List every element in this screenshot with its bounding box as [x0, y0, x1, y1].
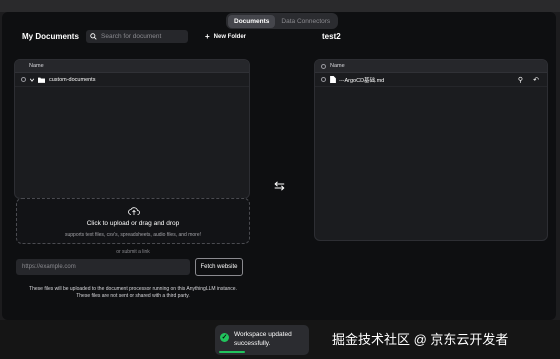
- link-placeholder: https://example.com: [22, 264, 76, 270]
- pin-icon[interactable]: ⚲: [518, 76, 523, 84]
- column-name: Name: [330, 63, 345, 69]
- check-circle-icon: ✓: [220, 333, 229, 342]
- workspace-documents-panel: Name ---ArgoCD基础.md ⚲ ↶: [314, 59, 548, 241]
- file-icon: [330, 76, 336, 83]
- search-placeholder: Search for document: [101, 33, 162, 40]
- link-input[interactable]: https://example.com: [16, 259, 190, 275]
- fetch-website-button[interactable]: Fetch website: [195, 258, 243, 276]
- new-folder-label: New Folder: [213, 33, 247, 40]
- table-header: Name: [315, 60, 547, 73]
- toast-line-1: Workspace updated: [234, 331, 292, 338]
- column-name: Name: [29, 63, 44, 69]
- cloud-upload-icon: [128, 207, 140, 215]
- move-documents-icon: ⇆: [274, 178, 285, 193]
- watermark: 掘金技术社区 @ 京东云开发者: [332, 332, 509, 347]
- toast-line-2: successfully.: [234, 340, 271, 347]
- my-documents-panel: Name custom-documents: [14, 59, 250, 199]
- tab-data-connectors[interactable]: Data Connectors: [275, 15, 336, 28]
- row-checkbox[interactable]: [321, 77, 326, 82]
- search-icon: [90, 33, 97, 40]
- my-documents-title: My Documents: [22, 32, 79, 41]
- new-folder-button[interactable]: + New Folder: [205, 32, 246, 41]
- folder-row[interactable]: custom-documents: [15, 73, 249, 87]
- or-submit-link: or submit a link: [116, 249, 150, 255]
- select-all-checkbox[interactable]: [321, 63, 326, 69]
- document-manager-modal: Documents Data Connectors My Documents S…: [2, 12, 556, 320]
- upload-title: Click to upload or drag and drop: [86, 220, 180, 227]
- search-input[interactable]: Search for document: [86, 30, 188, 43]
- tab-bar: Documents Data Connectors: [226, 13, 338, 29]
- table-header: Name: [15, 60, 249, 73]
- plus-icon: +: [205, 32, 210, 41]
- upload-subtitle: supports text files, csv's, spreadsheets…: [64, 232, 202, 238]
- disclaimer-line-1: These files will be uploaded to the docu…: [29, 286, 237, 292]
- undo-icon[interactable]: ↶: [533, 76, 539, 84]
- tab-documents[interactable]: Documents: [228, 14, 276, 28]
- success-toast: ✓ Workspace updated successfully.: [215, 325, 309, 355]
- folder-name: custom-documents: [49, 76, 96, 83]
- upload-dropzone[interactable]: Click to upload or drag and drop support…: [16, 198, 250, 244]
- disclaimer-line-2: These files are not sent or shared with …: [76, 293, 190, 299]
- folder-icon: [38, 77, 45, 83]
- background-header: [0, 0, 560, 12]
- document-name: ---ArgoCD基础.md: [339, 77, 385, 84]
- toast-message: Workspace updated successfully.: [234, 330, 292, 348]
- workspace-title: test2: [322, 32, 341, 41]
- toast-progress: [219, 351, 245, 353]
- row-checkbox[interactable]: [21, 77, 26, 82]
- document-row[interactable]: ---ArgoCD基础.md ⚲ ↶: [315, 73, 547, 87]
- chevron-down-icon[interactable]: [29, 77, 35, 83]
